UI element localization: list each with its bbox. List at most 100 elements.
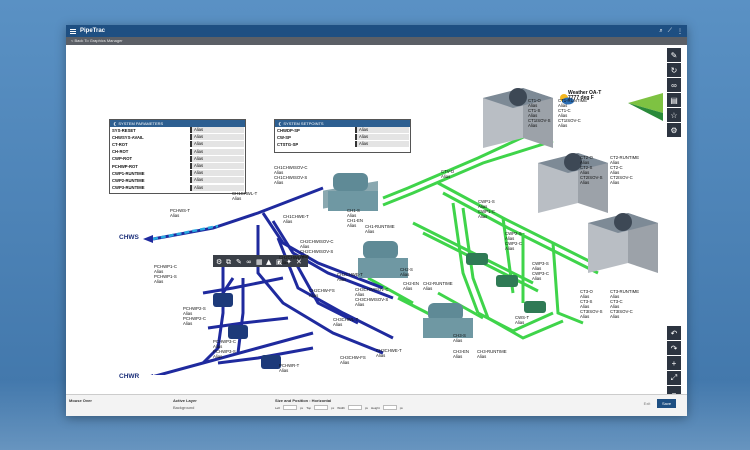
- mouse-over-label: Mouse Over: [69, 398, 92, 403]
- zoom-toolbar: ↶ ↷ + ⤢ −: [667, 326, 681, 400]
- status-bar: Mouse Over Active Layer Background Size …: [66, 394, 687, 416]
- undo-icon[interactable]: ↶: [667, 326, 681, 340]
- parameter-row: CH-ROT Alias: [110, 148, 245, 156]
- parameter-name: SYS-RESET: [112, 127, 136, 133]
- active-layer-value: Background: [173, 405, 195, 410]
- system-parameters-title: SYSTEM PARAMETERS: [118, 121, 164, 126]
- pchwp2-label: PCHWP2-S Alias PCHWP2-C Alias: [183, 306, 206, 326]
- unit-label: px: [331, 405, 335, 410]
- copy-icon: ⧉: [226, 258, 231, 266]
- exit-button[interactable]: Exit: [640, 399, 654, 408]
- more-icon[interactable]: ⋮: [677, 28, 683, 35]
- zoom-in-icon[interactable]: +: [667, 356, 681, 370]
- collapse-icon[interactable]: ❮: [278, 121, 281, 126]
- settings-icon: ⚙: [216, 258, 222, 266]
- gear-icon[interactable]: ⚙: [667, 123, 681, 137]
- ct3-left-label: CT3-O Alias CT3-S Alias CT3ISOV-S Alias: [580, 289, 603, 319]
- parameter-name: CH-ROT: [112, 149, 129, 155]
- parameter-name: CWP-ROT: [112, 156, 133, 162]
- star-icon[interactable]: ☆: [667, 108, 681, 122]
- height-input[interactable]: [382, 405, 397, 410]
- parameter-value[interactable]: Alias: [192, 163, 244, 170]
- parameter-value[interactable]: Alias: [192, 127, 244, 134]
- ct2-left-label: CT2-O Alias CT2-S Alias CT2ISOV-S Alias: [580, 155, 603, 185]
- cwp1-label: CWP1-S Alias CWP1-C Alias: [478, 199, 495, 219]
- parameter-row: CWP2-RUNTIME Alias: [110, 177, 245, 185]
- parameter-value[interactable]: Alias: [357, 127, 409, 134]
- parameter-row: CTSTG-SP Alias: [275, 141, 410, 149]
- unit-label: px: [364, 405, 369, 410]
- parameter-value[interactable]: Alias: [192, 177, 244, 184]
- top-input[interactable]: [314, 405, 329, 410]
- chiller-1[interactable]: [323, 173, 378, 211]
- ch3-s-label: CH3-S Alias: [453, 333, 466, 343]
- left-input[interactable]: [283, 405, 298, 410]
- layers-icon[interactable]: ▤: [667, 93, 681, 107]
- width-input[interactable]: [347, 405, 362, 410]
- parameter-value[interactable]: Alias: [357, 134, 409, 141]
- pchwp3-label: PCHWP3-C Alias PCHWP3-S Alias: [213, 339, 236, 359]
- parameter-value[interactable]: Alias: [192, 134, 244, 141]
- height-label: Height: [371, 405, 380, 410]
- chwr-arrow-icon: [150, 374, 153, 375]
- collapse-icon[interactable]: ❮: [113, 121, 116, 126]
- parameter-row: CWP1-RUNTIME Alias: [110, 170, 245, 178]
- ch2-en-label: CH2-EN Alias: [403, 281, 419, 291]
- app-title: PipeTrac: [80, 28, 106, 34]
- active-layer-label: Active Layer: [173, 398, 197, 403]
- cws-t-label: CWS-T Alias: [515, 315, 530, 325]
- ct2-right-label: CT2-RUNTIME Alias CT2-C Alias CT2ISOV-C …: [610, 155, 640, 185]
- chws-label: CHWS: [119, 234, 139, 241]
- top-bar: PipeTrac ⌕ ⟋ ⋮: [66, 25, 687, 37]
- ch3-chwfs-label: CH3CHW-FS Alias: [340, 355, 366, 365]
- right-toolbar: ✎ ↻ ∞ ▤ ☆ ⚙: [667, 48, 681, 137]
- ch2-isov-label: CH2CHWISOV-C Alias CH2CHWISOV-S Alias: [300, 239, 334, 259]
- save-button[interactable]: Save: [657, 399, 676, 408]
- cooling-tower-3[interactable]: [588, 213, 658, 273]
- chwr-label: CHWR: [119, 373, 140, 380]
- parameter-row: CWP-ROT Alias: [110, 155, 245, 163]
- ch1-runtime-label: CH1-RUNTIME Alias: [365, 224, 395, 234]
- grid-icon: ▦: [256, 258, 263, 266]
- top-label: Top: [306, 405, 312, 410]
- ch3-en-label: CH3-EN Alias: [453, 349, 469, 359]
- brush-icon[interactable]: ✎: [667, 48, 681, 62]
- parameter-value[interactable]: Alias: [192, 148, 244, 155]
- back-link[interactable]: < Back To Graphics Manager: [66, 37, 687, 45]
- ch2-chwl-label: CH2CHWL-T Alias: [279, 255, 305, 265]
- unit-label: px: [300, 405, 304, 410]
- redo-icon[interactable]: ↷: [667, 341, 681, 355]
- ch3-runtime-label: CH3-RUNTIME Alias: [477, 349, 507, 359]
- parameter-value[interactable]: Alias: [192, 170, 244, 177]
- ch1-chwl-label: CH1CHWL-T Alias: [232, 191, 258, 201]
- ct1-right-label: CT1-RUNTIME Alias CT1-C Alias CT1ISOV-C …: [558, 98, 588, 128]
- ch3-chwl-label: CH3CHWL-T Alias: [333, 317, 359, 327]
- cwp2-label: CWP2-S Alias CWP2-C Alias: [505, 231, 522, 251]
- parameter-name: CW-SP: [277, 134, 291, 140]
- parameter-row: PCHWP-ROT Alias: [110, 163, 245, 171]
- pchws-t-label: PCHWS-T Alias: [170, 208, 191, 218]
- graphics-canvas[interactable]: ⚙ ⧉ ✎ ∞ ▦ ▲ ▣ ✦ ✕ Weather OA-T 7777 deg F…: [83, 63, 663, 380]
- ch3-isov-label: CH3CHWISOV-C Alias CH3CHWISOV-S Alias: [355, 287, 389, 307]
- parameter-row: CT-ROT Alias: [110, 141, 245, 149]
- parameter-name: CT-ROT: [112, 141, 128, 147]
- parameter-value[interactable]: Alias: [357, 141, 409, 148]
- parameter-value[interactable]: Alias: [192, 141, 244, 148]
- ch1-isov-label: CH1CHWISOV-C Alias CH1CHWISOV-S Alias: [274, 165, 308, 185]
- fit-icon[interactable]: ⤢: [667, 371, 681, 385]
- system-setpoints-panel: ❮ SYSTEM SETPOINTS CHWDP-SP Alias CW-SP Alia…: [274, 119, 411, 153]
- parameter-name: CWP2-RUNTIME: [112, 177, 145, 183]
- system-parameters-panel: ❮ SYSTEM PARAMETERS SYS-RESET Alias CHWSYS-…: [109, 119, 246, 194]
- link-icon[interactable]: ∞: [667, 78, 681, 92]
- menu-icon[interactable]: [70, 28, 76, 34]
- pchwp1-label: PCHWP1-C Alias PCHWP1-S Alias: [154, 264, 177, 284]
- ct3-right-label: CT3-RUNTIME Alias CT3-C Alias CT3ISOV-C …: [610, 289, 640, 319]
- search-icon[interactable]: ⌕: [659, 28, 662, 35]
- parameter-name: PCHWP-ROT: [112, 163, 138, 169]
- chart-icon[interactable]: ⟋: [668, 28, 672, 35]
- parameter-value[interactable]: Alias: [192, 184, 244, 191]
- refresh-icon[interactable]: ↻: [667, 63, 681, 77]
- chws-arrow-icon: [143, 235, 153, 243]
- ctv-o-label: CTV-O Alias: [441, 169, 455, 179]
- parameter-value[interactable]: Alias: [192, 155, 244, 162]
